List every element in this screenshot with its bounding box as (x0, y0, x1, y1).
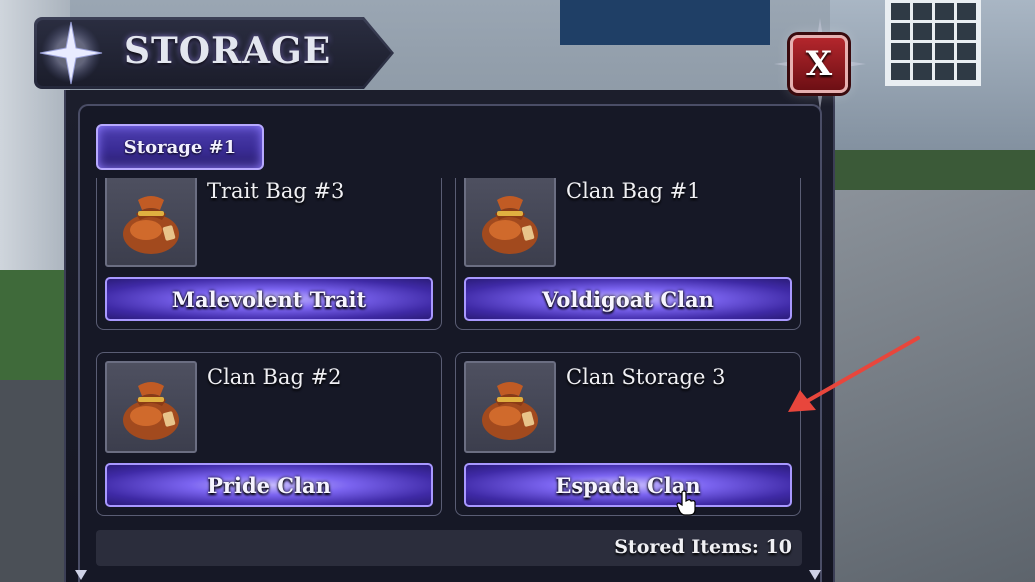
page-title: STORAGE (124, 30, 332, 72)
storage-slot: Clan Bag #1 Voldigoat Clan (455, 178, 801, 330)
slot-action-button[interactable]: Voldigoat Clan (464, 277, 792, 321)
bag-icon (482, 382, 538, 440)
scroll-down-icon[interactable] (74, 568, 88, 582)
storage-slot: Trait Bag #3 Malevolent Trait (96, 178, 442, 330)
item-slot[interactable] (105, 361, 197, 453)
bag-icon (123, 382, 179, 440)
ground (0, 380, 70, 582)
annotation-arrow-icon (788, 336, 920, 412)
scroll-down-icon[interactable] (808, 568, 822, 582)
slot-name: Clan Storage 3 (566, 365, 726, 389)
item-slot[interactable] (464, 178, 556, 267)
hand-cursor-icon (676, 490, 696, 516)
item-slot[interactable] (464, 361, 556, 453)
slot-name: Clan Bag #1 (566, 179, 701, 203)
bag-icon (123, 196, 179, 254)
close-icon: X (805, 44, 833, 84)
storage-slot: Clan Storage 3 Espada Clan (455, 352, 801, 516)
sparkle-icon (39, 21, 103, 85)
building-door (560, 0, 770, 45)
slot-action-button[interactable]: Malevolent Trait (105, 277, 433, 321)
slot-name: Trait Bag #3 (207, 179, 345, 203)
slot-action-button[interactable]: Espada Clan (464, 463, 792, 507)
storage-footer: Stored Items: 10 (96, 530, 802, 566)
storage-slot: Clan Bag #2 Pride Clan (96, 352, 442, 516)
item-slot[interactable] (105, 178, 197, 267)
slot-name: Clan Bag #2 (207, 365, 342, 389)
building-window (885, 0, 981, 86)
slot-action-button[interactable]: Pride Clan (105, 463, 433, 507)
storage-grid: Trait Bag #3 Malevolent Trait Clan Bag #… (90, 178, 810, 523)
tab-storage-1[interactable]: Storage #1 (96, 124, 264, 170)
stored-items-count: Stored Items: 10 (614, 536, 792, 558)
grass-patch-right (830, 150, 1035, 190)
close-button[interactable]: X (790, 35, 848, 93)
bag-icon (482, 196, 538, 254)
grass-patch (0, 270, 70, 380)
